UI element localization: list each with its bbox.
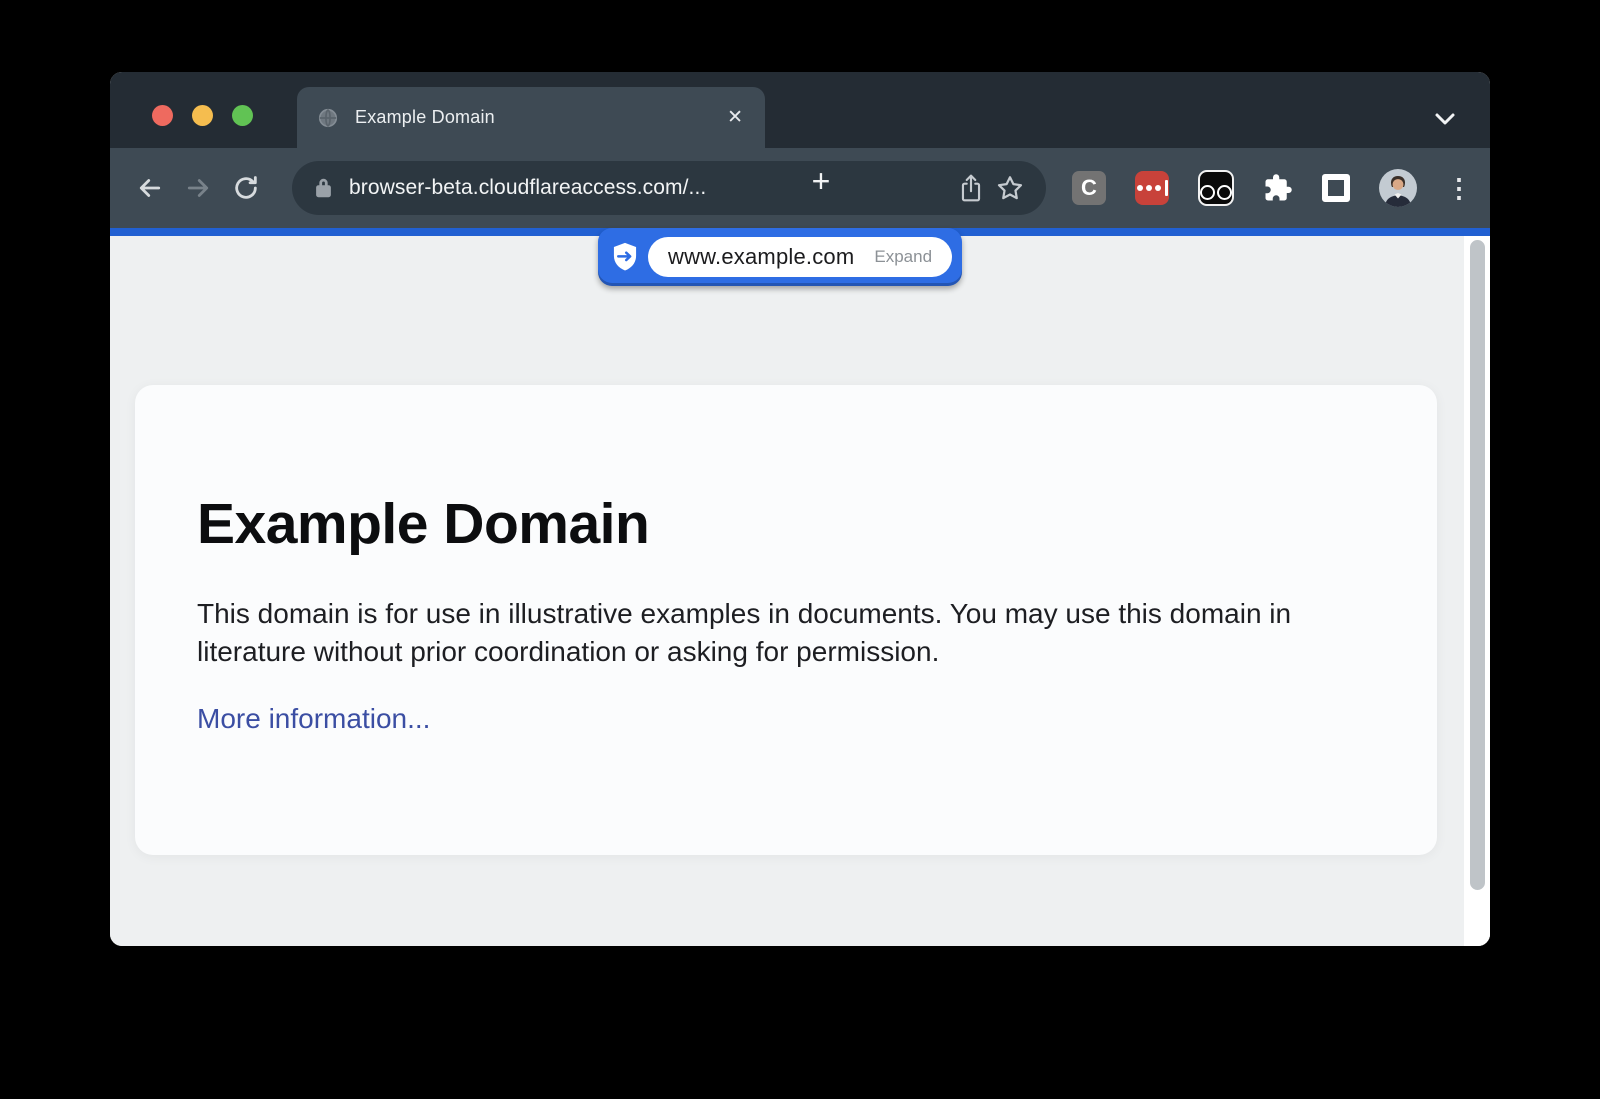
lock-icon[interactable] — [314, 176, 333, 200]
new-tab-button[interactable]: + — [800, 160, 842, 202]
extension-c-button[interactable]: C — [1072, 171, 1106, 205]
tab-example-domain[interactable]: Example Domain ✕ — [297, 87, 765, 148]
scrollbar-track — [1464, 236, 1490, 946]
tab-strip: Example Domain ✕ + — [110, 72, 1490, 148]
bookmark-star-icon[interactable] — [990, 168, 1030, 208]
expand-button[interactable]: Expand — [874, 247, 932, 267]
extension-circles-button[interactable] — [1198, 170, 1234, 206]
arrow-right-icon — [183, 173, 213, 203]
page-paragraph: This domain is for use in illustrative e… — [197, 595, 1347, 671]
scrollbar-thumb[interactable] — [1470, 240, 1485, 890]
address-bar[interactable]: browser-beta.cloudflareaccess.com/... — [292, 161, 1046, 215]
side-panel-icon — [1322, 174, 1350, 202]
globe-favicon-icon — [317, 107, 339, 129]
zoom-window-button[interactable] — [232, 105, 253, 126]
extension-lastpass-button[interactable] — [1135, 171, 1169, 205]
page-title: Example Domain — [197, 491, 1377, 557]
extensions-area: C — [1072, 169, 1472, 207]
shield-arrow-icon — [610, 241, 640, 273]
reload-icon — [232, 174, 260, 202]
tab-title: Example Domain — [355, 107, 723, 128]
puzzle-icon — [1263, 173, 1293, 203]
profile-avatar[interactable] — [1379, 169, 1417, 207]
back-button[interactable] — [126, 164, 174, 212]
window-controls — [152, 105, 253, 126]
more-information-link[interactable]: More information... — [197, 703, 430, 735]
browser-menu-button[interactable]: ⋮ — [1446, 173, 1472, 204]
arrow-left-icon — [135, 173, 165, 203]
minimize-window-button[interactable] — [192, 105, 213, 126]
reload-button[interactable] — [222, 164, 270, 212]
two-circles-icon — [1198, 170, 1234, 206]
isolation-indicator[interactable]: www.example.com Expand — [598, 228, 962, 286]
chevron-down-icon[interactable] — [1430, 108, 1460, 133]
lastpass-dots-icon — [1135, 171, 1169, 205]
side-panel-button[interactable] — [1322, 174, 1350, 202]
browser-window: Example Domain ✕ + — [110, 72, 1490, 946]
tab-close-icon[interactable]: ✕ — [723, 104, 747, 131]
avatar-icon — [1379, 169, 1417, 207]
page-viewport: www.example.com Expand Example Domain Th… — [110, 236, 1490, 946]
extensions-menu-button[interactable] — [1263, 173, 1293, 203]
share-icon[interactable] — [952, 167, 990, 209]
url-text: browser-beta.cloudflareaccess.com/... — [349, 176, 952, 200]
isolation-host-pill: www.example.com Expand — [648, 237, 952, 277]
c-extension-icon: C — [1072, 171, 1106, 205]
example-domain-card: Example Domain This domain is for use in… — [135, 385, 1437, 855]
forward-button[interactable] — [174, 164, 222, 212]
close-window-button[interactable] — [152, 105, 173, 126]
isolated-hostname: www.example.com — [668, 244, 854, 270]
